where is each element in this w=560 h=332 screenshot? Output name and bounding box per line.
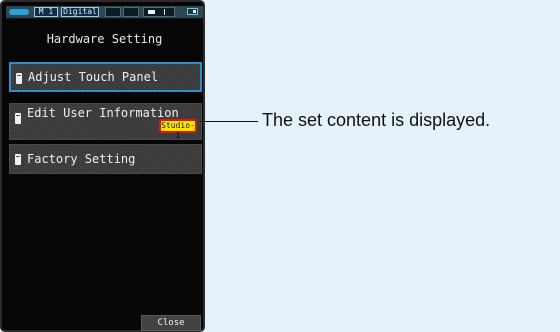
menu-item-icon xyxy=(15,154,21,165)
menu-item-label: Factory Setting xyxy=(27,152,136,166)
menu-item-icon xyxy=(16,73,22,84)
page-title: Hardware Setting xyxy=(46,32,163,46)
menu-item-label: Adjust Touch Panel xyxy=(28,70,159,84)
battery-icon xyxy=(9,9,29,15)
device-screen: M 1 Digital Hardware Setting Adjust Touc… xyxy=(0,0,205,332)
factory-setting-button[interactable]: Factory Setting xyxy=(9,144,202,174)
close-button[interactable]: Close xyxy=(141,315,201,331)
adjust-touch-panel-button[interactable]: Adjust Touch Panel xyxy=(9,62,202,92)
callout-text: The set content is displayed. xyxy=(262,110,491,130)
blank-indicator xyxy=(123,7,139,17)
callout-line xyxy=(200,121,258,122)
level-indicator-icon xyxy=(143,7,175,17)
mini-battery-icon xyxy=(187,8,198,15)
menu-item-icon xyxy=(15,113,21,124)
status-bar: M 1 Digital xyxy=(6,6,203,19)
mode-badge: M 1 xyxy=(34,7,58,17)
edit-user-information-button[interactable]: Edit User Information Studio-1 xyxy=(9,103,202,140)
blank-indicator xyxy=(105,7,121,17)
output-badge: Digital xyxy=(61,7,99,17)
user-value-badge: Studio-1 xyxy=(159,119,197,140)
menu-item-label: Edit User Information xyxy=(27,106,179,120)
